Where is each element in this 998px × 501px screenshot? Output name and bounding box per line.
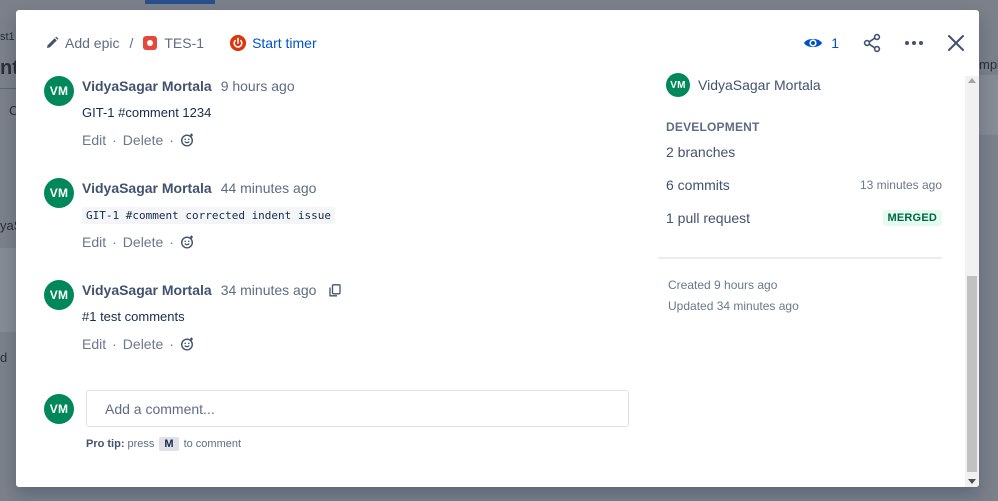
comment-timestamp[interactable]: 34 minutes ago [221, 282, 317, 298]
branches-link[interactable]: 2 branches [666, 144, 735, 160]
add-epic-label: Add epic [65, 35, 120, 51]
comment-body: GIT-1 #comment 1234 [82, 105, 212, 120]
pencil-icon [47, 36, 59, 48]
power-icon [230, 35, 247, 51]
delete-comment-button[interactable]: Delete [123, 336, 163, 352]
avatar[interactable]: VM [44, 280, 74, 310]
branches-row: 2 branches [666, 142, 942, 162]
avatar[interactable]: VM [44, 178, 74, 208]
more-icon [905, 41, 923, 45]
comment-actions: Edit · Delete · [82, 234, 194, 250]
edit-comment-button[interactable]: Edit [82, 234, 106, 250]
scrollbar[interactable] [965, 76, 979, 487]
modal-header: Add epic / TES-1 Start timer 1 [16, 10, 979, 76]
close-icon [948, 35, 964, 51]
start-timer-label: Start timer [252, 35, 317, 51]
comment-header: VidyaSagar Mortala 44 minutes ago [82, 180, 316, 196]
comment-author[interactable]: VidyaSagar Mortala [82, 282, 212, 298]
action-separator: · [169, 336, 174, 352]
pro-tip: Pro tip: press M to comment [86, 437, 241, 451]
comment-author[interactable]: VidyaSagar Mortala [82, 180, 212, 196]
sidebar-divider [658, 257, 942, 259]
keyboard-shortcut-key: M [159, 437, 179, 451]
current-user-avatar[interactable]: VM [44, 394, 74, 424]
bug-icon [143, 36, 158, 50]
comment-header: VidyaSagar Mortala 34 minutes ago [82, 282, 342, 298]
issue-key: TES-1 [164, 35, 205, 51]
assignee[interactable]: VM VidyaSagar Mortala [666, 73, 821, 97]
action-separator: · [112, 132, 117, 148]
issue-dates: Created 9 hours ago Updated 34 minutes a… [668, 275, 799, 317]
action-separator: · [112, 234, 117, 250]
add-epic-link[interactable]: Add epic [45, 35, 119, 51]
pro-tip-label: Pro tip: [86, 438, 125, 450]
edit-comment-button[interactable]: Edit [82, 336, 106, 352]
scroll-up-arrow[interactable] [968, 78, 976, 83]
action-separator: · [169, 234, 174, 250]
comment-timestamp[interactable]: 44 minutes ago [221, 180, 317, 196]
header-actions: 1 [803, 30, 967, 56]
comment-timestamp[interactable]: 9 hours ago [221, 78, 295, 94]
comment-actions: Edit · Delete · [82, 132, 194, 148]
commits-link[interactable]: 6 commits [666, 177, 730, 193]
comment-author[interactable]: VidyaSagar Mortala [82, 78, 212, 94]
delete-comment-button[interactable]: Delete [123, 234, 163, 250]
pro-tip-press: press [127, 438, 155, 450]
breadcrumb-separator: / [129, 35, 134, 51]
issue-key-link[interactable]: TES-1 [143, 35, 204, 51]
delete-comment-button[interactable]: Delete [123, 132, 163, 148]
breadcrumb: Add epic / TES-1 Start timer [45, 33, 317, 53]
pull-request-link[interactable]: 1 pull request [666, 210, 750, 226]
eye-icon [804, 38, 823, 48]
comment-code-block: GIT-1 #comment corrected indent issue [82, 207, 336, 224]
development-title: DEVELOPMENT [666, 120, 760, 134]
commits-row: 6 commits 13 minutes ago [666, 175, 942, 195]
avatar[interactable]: VM [44, 76, 74, 106]
copy-link-icon[interactable] [329, 283, 342, 297]
action-separator: · [112, 336, 117, 352]
watch-button[interactable]: 1 [803, 35, 839, 51]
comment-header: VidyaSagar Mortala 9 hours ago [82, 78, 295, 94]
comment-body: GIT-1 #comment corrected indent issue [82, 207, 336, 224]
pro-tip-suffix: to comment [183, 438, 242, 450]
background-active-tab-indicator [145, 0, 215, 4]
pull-request-row: 1 pull request MERGED [666, 208, 942, 228]
more-actions-button[interactable] [903, 32, 925, 54]
created-date: Created 9 hours ago [668, 278, 778, 292]
commits-timestamp: 13 minutes ago [859, 178, 942, 192]
background-text: d [0, 350, 8, 365]
close-button[interactable] [945, 32, 967, 54]
add-comment-input[interactable] [86, 390, 629, 427]
watcher-count: 1 [831, 35, 839, 51]
background-panel [0, 248, 16, 332]
scroll-down-arrow[interactable] [968, 479, 976, 484]
start-timer-button[interactable]: Start timer [230, 35, 317, 51]
assignee-name: VidyaSagar Mortala [698, 77, 821, 93]
background-text: mple [979, 57, 998, 72]
issue-modal: Add epic / TES-1 Start timer 1 VM VidyaS… [16, 10, 979, 487]
share-icon [863, 33, 881, 53]
updated-date: Updated 34 minutes ago [668, 299, 799, 313]
comment-body: #1 test comments [82, 309, 185, 324]
assignee-avatar: VM [666, 73, 690, 97]
background-text: st1 [0, 31, 15, 43]
share-button[interactable] [861, 32, 883, 54]
merged-status-badge: MERGED [882, 210, 942, 226]
add-reaction-icon[interactable] [180, 337, 194, 351]
scroll-thumb[interactable] [967, 276, 977, 472]
action-separator: · [169, 132, 174, 148]
background-panel [979, 75, 998, 135]
add-reaction-icon[interactable] [180, 235, 194, 249]
comment-actions: Edit · Delete · [82, 336, 194, 352]
edit-comment-button[interactable]: Edit [82, 132, 106, 148]
add-reaction-icon[interactable] [180, 133, 194, 147]
background-divider [0, 88, 16, 89]
